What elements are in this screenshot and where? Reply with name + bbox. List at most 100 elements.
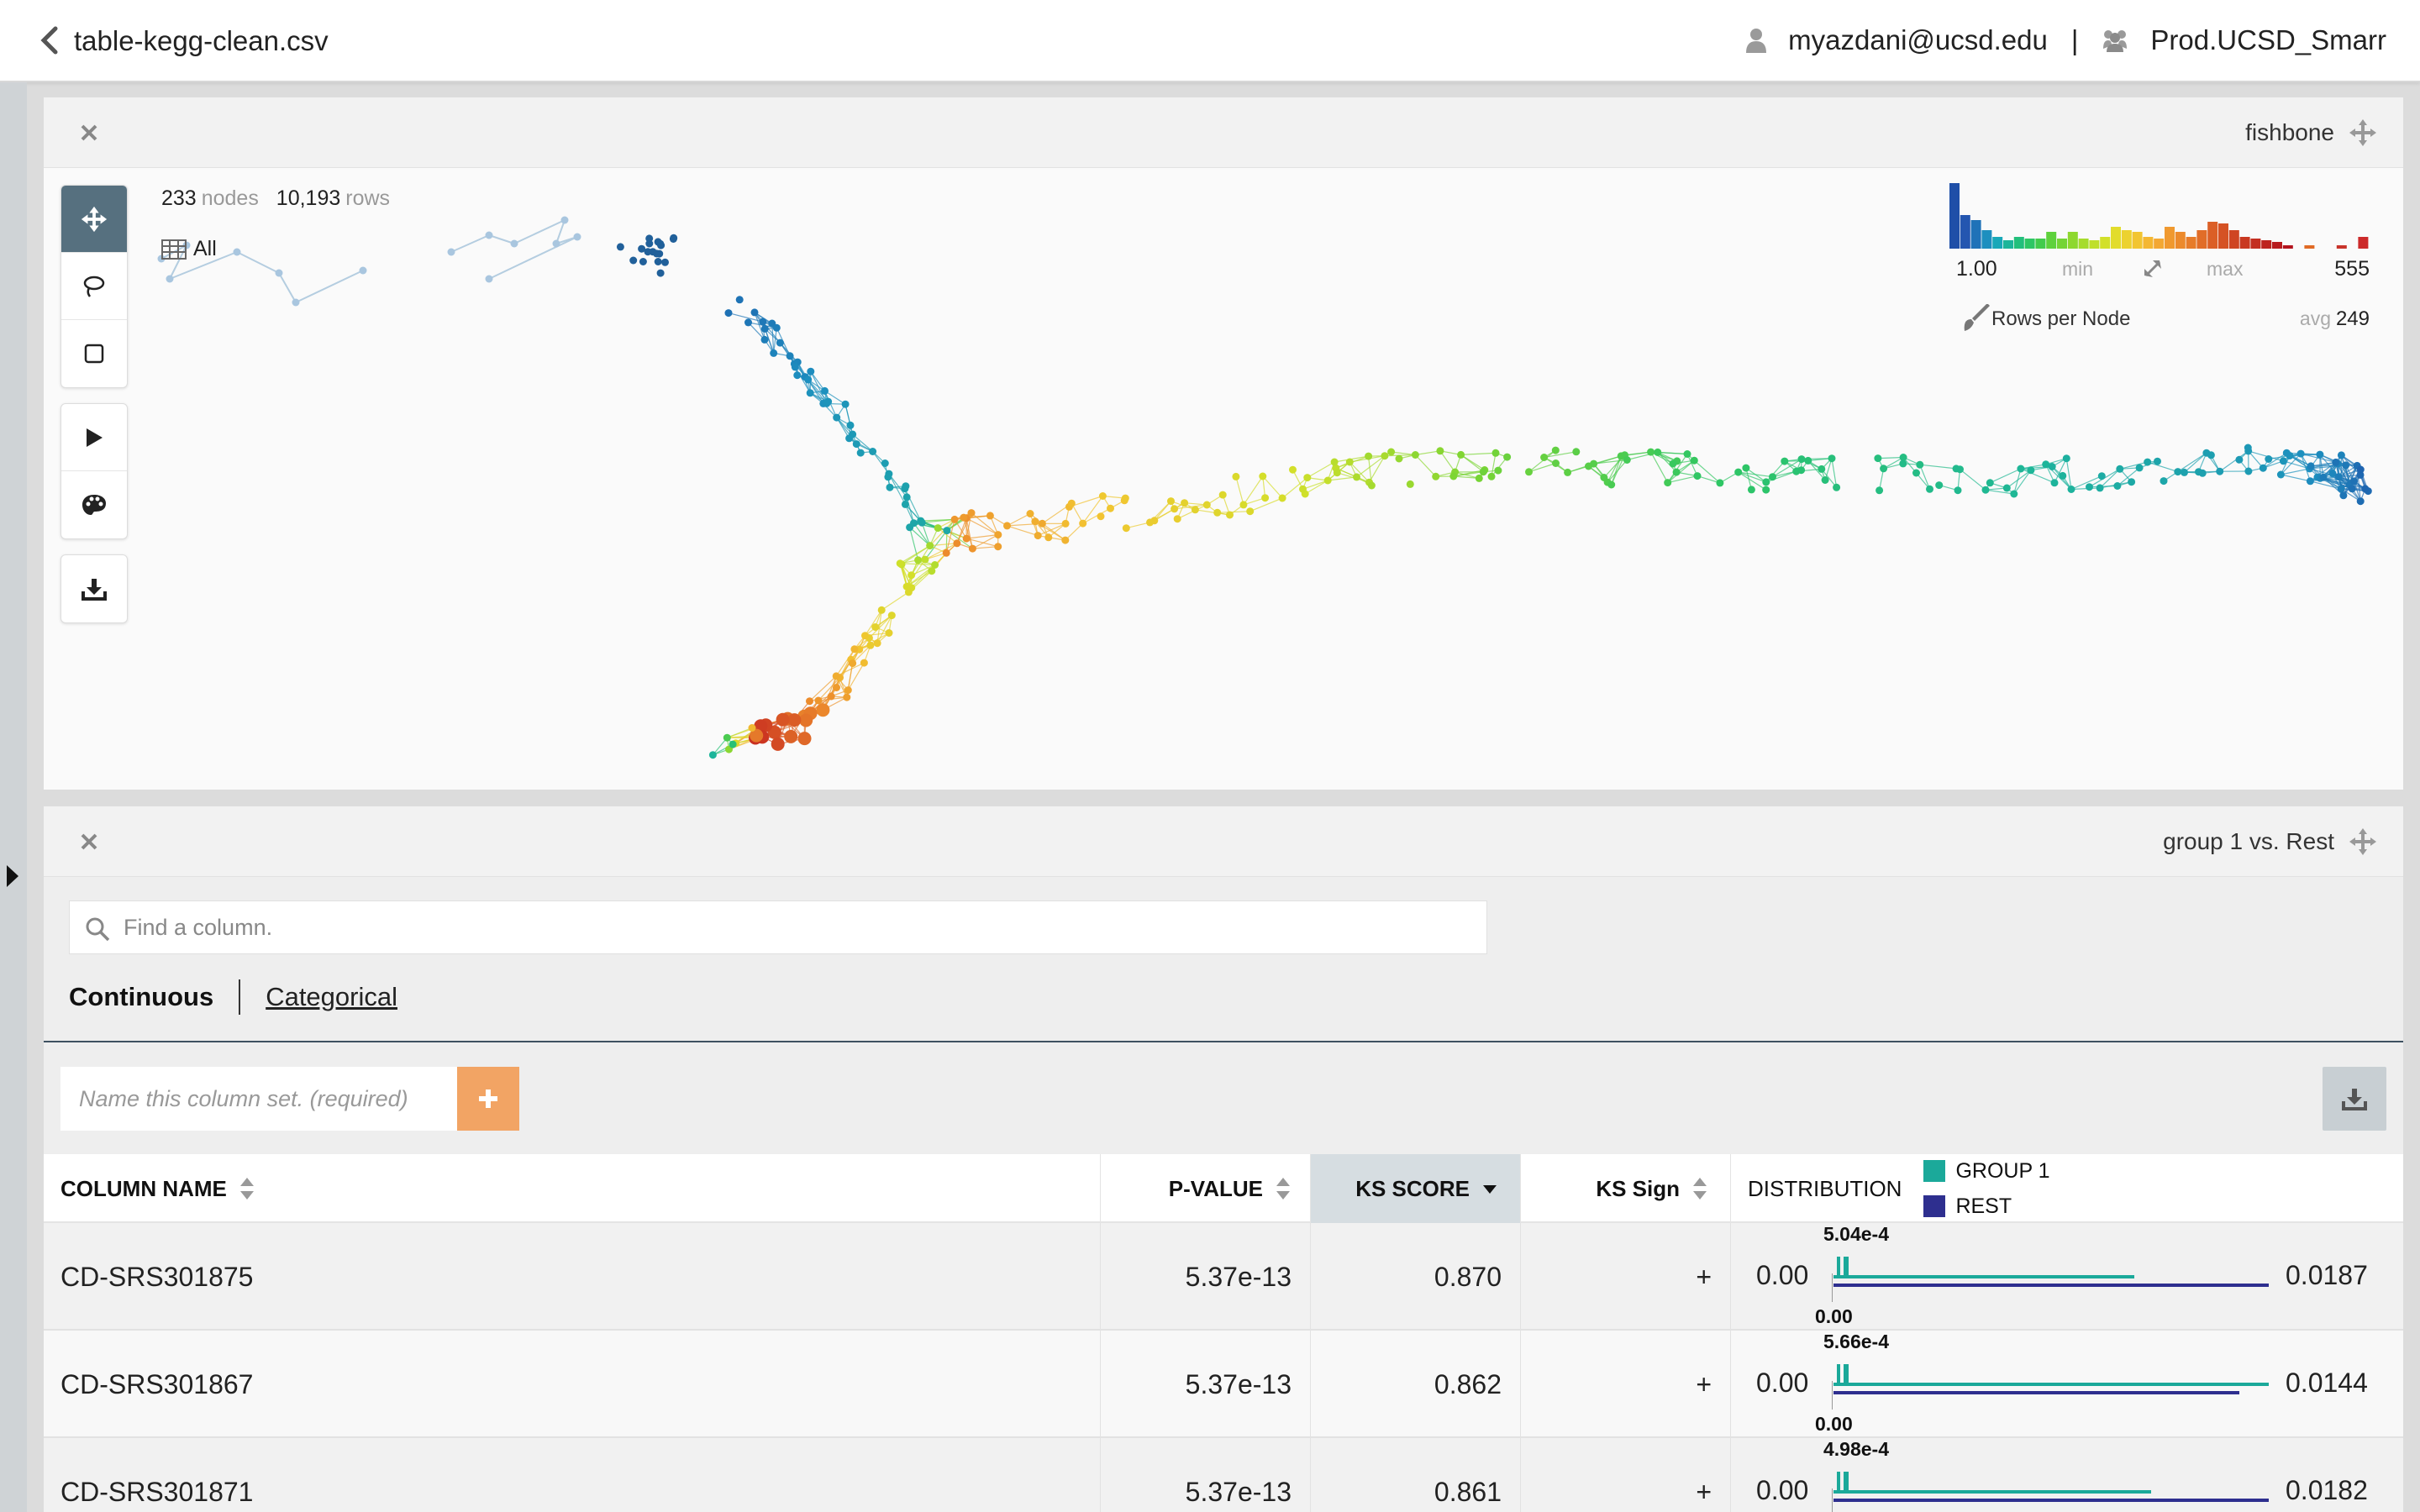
- legend-histogram-bar: [2013, 237, 2024, 249]
- tab-categorical[interactable]: Categorical: [266, 982, 397, 1012]
- graph-node: [784, 729, 798, 743]
- graph-node: [573, 233, 581, 241]
- legend-histogram-bar: [2057, 239, 2067, 249]
- graph-node: [1494, 466, 1502, 475]
- graph-node: [748, 724, 756, 732]
- graph-node: [661, 258, 669, 266]
- graph-edge: [1960, 469, 1986, 491]
- graph-node: [2244, 467, 2253, 475]
- tab-continuous[interactable]: Continuous: [69, 982, 213, 1012]
- graph-node: [950, 515, 959, 523]
- graph-node: [921, 555, 929, 564]
- legend-histogram-bar: [1981, 230, 1992, 249]
- ks-sign-cell: +: [1521, 1223, 1731, 1331]
- all-rows-button[interactable]: All: [161, 237, 217, 261]
- network-graph-area[interactable]: 233 nodes 10,193 rows All 1.00 min max 555…: [44, 168, 2403, 790]
- group1-peak-bar: [1837, 1472, 1840, 1492]
- download-table-button[interactable]: [2323, 1067, 2386, 1131]
- graph-node: [827, 692, 835, 701]
- all-label: All: [193, 237, 217, 260]
- graph-node: [2096, 484, 2104, 492]
- legend-histogram-bar: [2165, 227, 2175, 249]
- graph-node: [791, 363, 799, 371]
- pvalue-cell: 5.37e-13: [1101, 1223, 1311, 1331]
- graph-node: [654, 258, 662, 265]
- graph-edge: [1243, 475, 1264, 506]
- chevron-left-icon[interactable]: [35, 24, 64, 57]
- table-row[interactable]: CD-SRS301871 5.37e-13 0.861 +0.00 4.98e-4 0.0…: [44, 1438, 2403, 1512]
- move-icon[interactable]: [2348, 118, 2378, 148]
- graph-node: [2050, 479, 2059, 487]
- graph-node: [1912, 469, 1920, 477]
- graph-node: [654, 238, 662, 246]
- move-icon[interactable]: [2348, 827, 2378, 857]
- add-column-set-button[interactable]: [457, 1067, 519, 1131]
- row-unit: rows: [345, 186, 391, 210]
- compare-panel-title: group 1 vs. Rest: [2163, 828, 2334, 854]
- box-select-tool-button[interactable]: [61, 320, 127, 387]
- graph-node: [2010, 490, 2018, 498]
- graph-edge: [1007, 525, 1039, 537]
- search-input[interactable]: [124, 910, 1468, 945]
- left-rail: [0, 82, 27, 1512]
- pan-tool-button[interactable]: [61, 186, 127, 253]
- distribution-min: 0.00: [1756, 1368, 1809, 1398]
- graph-node: [816, 703, 830, 717]
- graph-node: [1880, 465, 1888, 473]
- color-palette-button[interactable]: [61, 471, 127, 538]
- graph-edge: [2006, 470, 2032, 489]
- pvalue-header[interactable]: P-VALUE: [1101, 1154, 1311, 1223]
- graph-node: [1246, 507, 1255, 516]
- graph-node: [821, 386, 829, 395]
- graph-node: [943, 527, 951, 535]
- graph-node: [1411, 451, 1419, 459]
- download-graph-button[interactable]: [61, 555, 127, 622]
- graph-node: [1213, 508, 1222, 517]
- graph-node: [1540, 454, 1549, 461]
- close-icon[interactable]: [77, 121, 101, 144]
- ks-score-header[interactable]: KS SCORE: [1311, 1154, 1521, 1223]
- graph-node: [1395, 454, 1403, 463]
- graph-node: [968, 544, 976, 553]
- graph-node: [1716, 479, 1724, 487]
- graph-node: [1226, 511, 1234, 519]
- plus-icon: [479, 1089, 497, 1108]
- graph-node: [776, 712, 790, 727]
- graph-node: [873, 639, 881, 648]
- legend-histogram-bar: [1992, 237, 2003, 249]
- organization-name[interactable]: Prod.UCSD_Smarr: [2150, 24, 2386, 56]
- legend-max-value: 555: [2334, 257, 2370, 281]
- expand-sidebar-icon[interactable]: [7, 865, 18, 887]
- ks-sign-header[interactable]: KS Sign: [1521, 1154, 1731, 1223]
- graph-node: [1121, 494, 1129, 502]
- distribution-min: 0.00: [1756, 1475, 1809, 1505]
- column-name-header[interactable]: COLUMN NAME: [44, 1154, 1101, 1223]
- user-icon: [1746, 29, 1767, 53]
- column-name-cell: CD-SRS301875: [44, 1223, 1101, 1331]
- play-button[interactable]: [61, 404, 127, 471]
- sort-descending-icon: [1483, 1185, 1497, 1194]
- graph-node: [1828, 454, 1836, 463]
- close-icon[interactable]: [77, 830, 101, 853]
- user-email[interactable]: myazdani@ucsd.edu: [1788, 24, 2048, 56]
- graph-node: [860, 659, 868, 667]
- graph-node: [1551, 446, 1560, 454]
- legend-histogram-bar: [2035, 239, 2046, 249]
- graph-edge: [1414, 454, 1437, 477]
- sort-icon: [1276, 1178, 1290, 1200]
- legend-histogram-bar: [2111, 227, 2121, 249]
- graph-node: [1333, 469, 1341, 477]
- graph-node: [1916, 460, 1924, 469]
- graph-node: [962, 534, 971, 543]
- graph-node: [960, 513, 968, 522]
- graph-node: [166, 275, 174, 283]
- graph-node: [1239, 501, 1248, 509]
- expand-range-icon[interactable]: [2141, 257, 2165, 281]
- column-set-name-input[interactable]: [60, 1067, 457, 1131]
- graph-edge: [2013, 470, 2032, 495]
- table-row[interactable]: CD-SRS301875 5.37e-13 0.870 +0.00 5.04e-4 0.0…: [44, 1223, 2403, 1331]
- table-row[interactable]: CD-SRS301867 5.37e-13 0.862 +0.00 5.66e-4 0.0…: [44, 1331, 2403, 1438]
- graph-node: [2128, 478, 2136, 486]
- graph-node: [1181, 499, 1189, 507]
- lasso-tool-button[interactable]: [61, 253, 127, 320]
